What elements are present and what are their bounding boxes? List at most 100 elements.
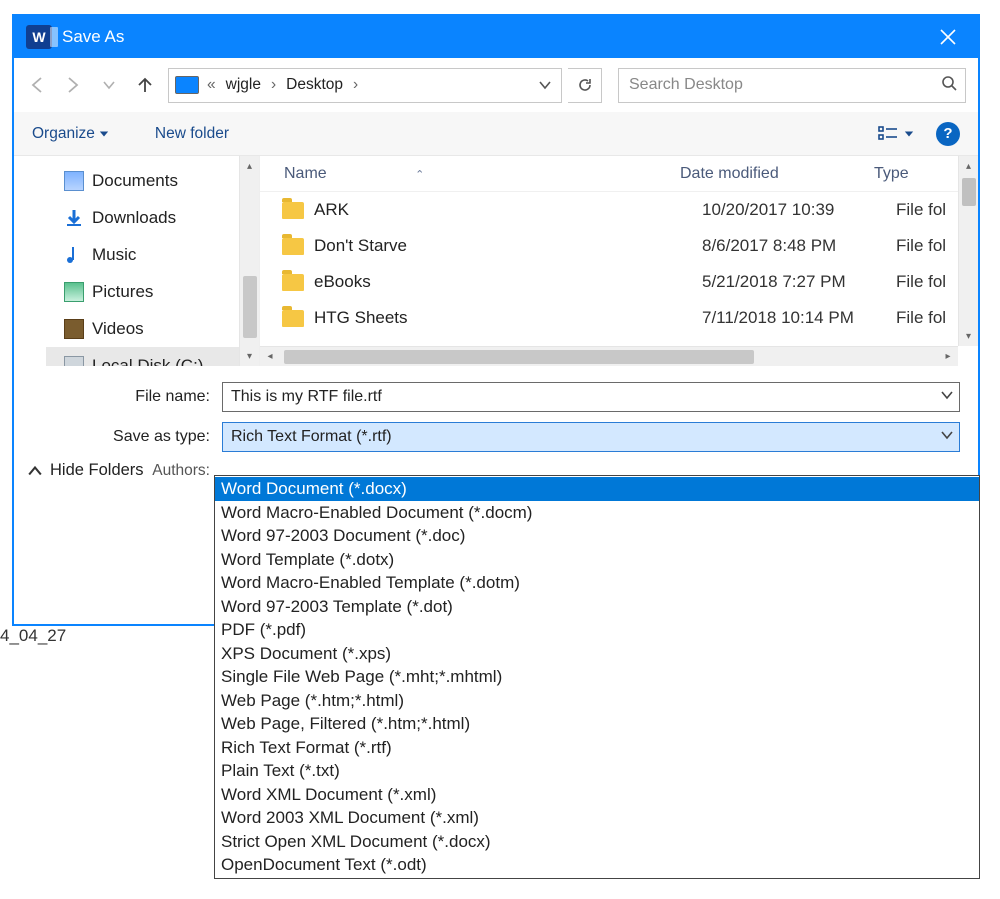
- file-type-option[interactable]: Word 97-2003 Template (*.dot): [215, 595, 979, 619]
- list-hscrollbar[interactable]: ◂ ▸: [260, 346, 958, 366]
- scroll-right-icon[interactable]: ▸: [938, 351, 958, 362]
- tree-item-label: Downloads: [92, 208, 176, 228]
- file-type-option[interactable]: Word 2003 XML Document (*.xml): [215, 806, 979, 830]
- scroll-up-icon[interactable]: ▴: [240, 156, 259, 176]
- file-name: ARK: [314, 200, 702, 220]
- breadcrumb[interactable]: « wjgle › Desktop ›: [168, 68, 562, 103]
- file-type: File fol: [896, 236, 946, 256]
- file-type-option[interactable]: Web Page (*.htm;*.html): [215, 689, 979, 713]
- nav-tree: Documents Downloads Music Pictures V: [14, 156, 260, 366]
- file-date: 5/21/2018 7:27 PM: [702, 272, 896, 292]
- file-list: Name ⌃ Date modified Type ARK10/20/2017 …: [260, 156, 978, 366]
- folder-icon: [282, 202, 304, 219]
- chevron-right-icon: ›: [351, 76, 360, 94]
- col-name-label: Name: [284, 165, 327, 182]
- file-type-option[interactable]: Rich Text Format (*.rtf): [215, 736, 979, 760]
- downloads-icon: [64, 208, 84, 228]
- file-type-option[interactable]: Strict Open XML Document (*.docx): [215, 830, 979, 854]
- caret-down-icon: [99, 129, 109, 139]
- organize-menu[interactable]: Organize: [32, 125, 109, 143]
- scroll-down-icon[interactable]: ▾: [240, 346, 259, 366]
- titlebar: W Save As: [14, 16, 978, 58]
- folder-icon: [282, 238, 304, 255]
- bottom-form: File name: This is my RTF file.rtf Save …: [14, 366, 978, 488]
- file-type-option[interactable]: OpenDocument Text (*.odt): [215, 853, 979, 877]
- sort-indicator-icon: ⌃: [415, 169, 424, 181]
- view-menu[interactable]: [878, 126, 914, 142]
- scroll-down-icon[interactable]: ▾: [959, 326, 978, 346]
- tree-item-videos[interactable]: Videos: [64, 310, 259, 347]
- up-button[interactable]: [130, 70, 160, 100]
- scroll-thumb[interactable]: [284, 350, 754, 364]
- col-date[interactable]: Date modified: [680, 165, 874, 183]
- file-type-option[interactable]: Word 97-2003 Document (*.doc): [215, 524, 979, 548]
- scroll-thumb[interactable]: [962, 178, 976, 206]
- save-as-type-label: Save as type:: [32, 428, 222, 446]
- file-type-option[interactable]: Word Document (*.docx): [215, 477, 979, 501]
- refresh-icon: [577, 77, 593, 93]
- file-type: File fol: [896, 272, 946, 292]
- scroll-up-icon[interactable]: ▴: [959, 156, 978, 176]
- file-type-option[interactable]: Word Template (*.dotx): [215, 548, 979, 572]
- file-row[interactable]: HTG Sheets7/11/2018 10:14 PMFile fol: [282, 300, 978, 336]
- file-type-option[interactable]: Web Page, Filtered (*.htm;*.html): [215, 712, 979, 736]
- tree-item-music[interactable]: Music: [64, 236, 259, 273]
- chevron-down-icon[interactable]: [941, 428, 953, 446]
- hide-folders-label: Hide Folders: [50, 461, 144, 480]
- save-as-type-dropdown[interactable]: Rich Text Format (*.rtf): [222, 422, 960, 452]
- file-name: HTG Sheets: [314, 308, 702, 328]
- word-icon: W: [26, 25, 52, 49]
- file-name-input[interactable]: This is my RTF file.rtf: [222, 382, 960, 412]
- file-type-option[interactable]: XPS Document (*.xps): [215, 642, 979, 666]
- chevron-down-icon: [539, 79, 551, 91]
- file-row[interactable]: Don't Starve8/6/2017 8:48 PMFile fol: [282, 228, 978, 264]
- tree-scrollbar[interactable]: ▴ ▾: [239, 156, 259, 366]
- chevron-down-icon: [103, 79, 115, 91]
- tree-item-label: Videos: [92, 319, 144, 339]
- documents-icon: [64, 171, 84, 191]
- scroll-left-icon[interactable]: ◂: [260, 351, 280, 362]
- file-name: Don't Starve: [314, 236, 702, 256]
- help-button[interactable]: ?: [936, 122, 960, 146]
- breadcrumb-seg-1[interactable]: wjgle: [220, 76, 267, 94]
- file-type-option[interactable]: Single File Web Page (*.mht;*.mhtml): [215, 665, 979, 689]
- folder-icon: [282, 274, 304, 291]
- caret-down-icon: [904, 129, 914, 139]
- chevron-up-icon: [28, 464, 42, 478]
- file-type-option[interactable]: Word Macro-Enabled Document (*.docm): [215, 501, 979, 525]
- breadcrumb-dropdown[interactable]: [533, 79, 557, 91]
- details-view-icon: [878, 126, 898, 142]
- music-icon: [64, 245, 84, 265]
- chevron-right-icon: ›: [269, 76, 278, 94]
- save-as-type-options[interactable]: Word Document (*.docx)Word Macro-Enabled…: [214, 475, 980, 879]
- new-folder-button[interactable]: New folder: [155, 125, 229, 143]
- file-row[interactable]: eBooks5/21/2018 7:27 PMFile fol: [282, 264, 978, 300]
- tree-item-pictures[interactable]: Pictures: [64, 273, 259, 310]
- file-date: 10/20/2017 10:39: [702, 200, 896, 220]
- refresh-button[interactable]: [568, 68, 602, 103]
- column-headers: Name ⌃ Date modified Type: [260, 156, 978, 192]
- chevron-down-icon[interactable]: [941, 388, 953, 406]
- search-input[interactable]: Search Desktop: [618, 68, 966, 103]
- close-button[interactable]: [928, 16, 968, 58]
- file-type-option[interactable]: Plain Text (*.txt): [215, 759, 979, 783]
- pictures-icon: [64, 282, 84, 302]
- file-type-option[interactable]: Word Macro-Enabled Template (*.dotm): [215, 571, 979, 595]
- tree-item-documents[interactable]: Documents: [64, 162, 259, 199]
- back-button[interactable]: [22, 70, 52, 100]
- file-row[interactable]: ARK10/20/2017 10:39File fol: [282, 192, 978, 228]
- file-type-option[interactable]: Word XML Document (*.xml): [215, 783, 979, 807]
- tree-item-downloads[interactable]: Downloads: [64, 199, 259, 236]
- hide-folders-button[interactable]: Hide Folders: [28, 461, 144, 480]
- list-vscrollbar[interactable]: ▴ ▾: [958, 156, 978, 346]
- scroll-thumb[interactable]: [243, 276, 257, 338]
- recent-dropdown[interactable]: [94, 70, 124, 100]
- arrow-up-icon: [135, 75, 155, 95]
- tree-item-label: Music: [92, 245, 136, 265]
- col-name[interactable]: Name ⌃: [260, 165, 680, 183]
- arrow-left-icon: [27, 75, 47, 95]
- file-type-option[interactable]: PDF (*.pdf): [215, 618, 979, 642]
- forward-button[interactable]: [58, 70, 88, 100]
- breadcrumb-seg-2[interactable]: Desktop: [280, 76, 349, 94]
- file-name-label: File name:: [32, 388, 222, 406]
